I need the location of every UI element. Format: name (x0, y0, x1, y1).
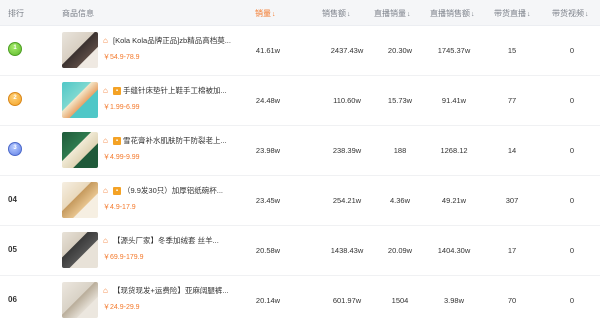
cell-live-streams: 70 (507, 296, 517, 305)
cell-sales: 41.61w (255, 46, 281, 55)
product-title[interactable]: [Kola Kola品牌正品]zb精品高档莫... (113, 35, 231, 46)
shop-icon: ⌂ (103, 235, 108, 245)
rank-number: 06 (8, 295, 17, 304)
product-title[interactable]: 雪花膏补水肌肤防干防裂老上... (123, 135, 227, 146)
product-title[interactable]: （9.9发30只）加厚铝纸碗杯... (123, 185, 223, 196)
cell-videos: 0 (569, 246, 575, 255)
rank-number: 04 (8, 195, 17, 204)
product-title[interactable]: 手缝针床垫针上鞋手工棉被加... (123, 85, 227, 96)
column-live-amount-label: 直播销售额 (430, 9, 470, 18)
column-sales-amount-label: 销售额 (322, 9, 346, 18)
cell-sales-amount: 1438.43w (330, 246, 364, 255)
column-sales-label: 销量 (255, 9, 271, 18)
rank-medal-icon: 1 (8, 42, 22, 56)
column-sales-amount[interactable]: 销售额↓ (322, 8, 351, 19)
shop-icon: ⌂ (103, 185, 108, 195)
product-price: ￥4.99-9.99 (103, 154, 140, 161)
sort-down-icon[interactable]: ↓ (347, 11, 351, 18)
cell-live-streams: 307 (505, 196, 519, 205)
table-header: 排行 商品信息 销量↓ 销售额↓ 直播销量↓ 直播销售额↓ 带货直播↓ 带货视频… (0, 0, 600, 26)
rank-number: 05 (8, 245, 17, 254)
product-price: ￥4.9-17.9 (103, 204, 136, 211)
cell-live-amount: 91.41w (441, 96, 467, 105)
sort-down-icon[interactable]: ↓ (272, 11, 276, 18)
cell-live-streams: 77 (507, 96, 517, 105)
sort-down-icon[interactable]: ↓ (585, 11, 589, 18)
cell-sales: 24.48w (255, 96, 281, 105)
column-live-sales-label: 直播销量 (374, 9, 406, 18)
table-row[interactable]: 05 ⌂ 【源头厂家】冬季加绒套 丝羊... ￥69.9-179.9 20.58… (0, 226, 600, 276)
cell-sales-amount: 601.97w (332, 296, 362, 305)
cell-videos: 0 (569, 196, 575, 205)
cell-live-sales: 20.30w (387, 46, 413, 55)
table-row[interactable]: 3 ⌂ ▪ 雪花膏补水肌肤防干防裂老上... ￥4.99-9.99 23.98w… (0, 126, 600, 176)
column-live-streams-label: 带货直播 (494, 9, 526, 18)
cell-live-amount: 3.98w (443, 296, 464, 305)
product-thumbnail[interactable] (62, 282, 98, 318)
product-title[interactable]: 【源头厂家】冬季加绒套 丝羊... (113, 235, 219, 246)
cell-live-amount: 1404.30w (437, 246, 471, 255)
product-price: ￥1.99-6.99 (103, 104, 140, 111)
product-price: ￥69.9-179.9 (103, 254, 144, 261)
product-thumbnail[interactable] (62, 32, 98, 68)
tag-icon: ▪ (113, 86, 121, 95)
product-thumbnail[interactable] (62, 132, 98, 168)
shop-icon: ⌂ (103, 85, 108, 95)
tag-icon: ▪ (113, 186, 121, 195)
product-price: ￥54.9-78.9 (103, 54, 140, 61)
product-thumbnail[interactable] (62, 82, 98, 118)
shop-icon: ⌂ (103, 285, 108, 295)
shop-icon: ⌂ (103, 35, 108, 45)
cell-sales-amount: 238.39w (332, 146, 362, 155)
cell-live-sales: 4.36w (389, 196, 410, 205)
table-row[interactable]: 1 ⌂ [Kola Kola品牌正品]zb精品高档莫... ￥54.9-78.9… (0, 26, 600, 76)
cell-live-streams: 17 (507, 246, 517, 255)
table-row[interactable]: 06 ⌂ 【现货现发+运费险】亚麻阔腿裤... ￥24.9-29.9 20.14… (0, 276, 600, 326)
product-title[interactable]: 【现货现发+运费险】亚麻阔腿裤... (113, 285, 229, 296)
column-live-streams[interactable]: 带货直播↓ (494, 8, 531, 19)
product-ranking-table: 排行 商品信息 销量↓ 销售额↓ 直播销量↓ 直播销售额↓ 带货直播↓ 带货视频… (0, 0, 600, 332)
shop-icon: ⌂ (103, 135, 108, 145)
sort-down-icon[interactable]: ↓ (471, 11, 475, 18)
product-price: ￥24.9-29.9 (103, 304, 140, 311)
cell-sales: 23.98w (255, 146, 281, 155)
product-thumbnail[interactable] (62, 232, 98, 268)
rank-medal-icon: 2 (8, 92, 22, 106)
cell-videos: 0 (569, 96, 575, 105)
column-product: 商品信息 (62, 9, 94, 18)
cell-sales-amount: 110.60w (333, 96, 361, 105)
column-live-sales[interactable]: 直播销量↓ (374, 8, 411, 19)
column-sales[interactable]: 销量↓ (255, 8, 276, 19)
cell-videos: 0 (569, 46, 575, 55)
column-videos-label: 带货视频 (552, 9, 584, 18)
column-live-amount[interactable]: 直播销售额↓ (430, 8, 475, 19)
column-videos[interactable]: 带货视频↓ (552, 8, 589, 19)
cell-live-amount: 1268.12 (440, 146, 468, 155)
cell-videos: 0 (569, 146, 575, 155)
table-row[interactable]: 2 ⌂ ▪ 手缝针床垫针上鞋手工棉被加... ￥1.99-6.99 24.48w… (0, 76, 600, 126)
cell-sales: 20.14w (255, 296, 281, 305)
cell-live-sales: 20.09w (387, 246, 413, 255)
column-rank: 排行 (8, 9, 24, 18)
cell-sales-amount: 2437.43w (330, 46, 364, 55)
sort-down-icon[interactable]: ↓ (527, 11, 531, 18)
sort-down-icon[interactable]: ↓ (407, 11, 411, 18)
tag-icon: ▪ (113, 136, 121, 145)
cell-sales-amount: 254.21w (332, 196, 362, 205)
cell-live-streams: 14 (507, 146, 517, 155)
cell-videos: 0 (569, 296, 575, 305)
cell-live-amount: 1745.37w (437, 46, 471, 55)
table-row[interactable]: 04 ⌂ ▪ （9.9发30只）加厚铝纸碗杯... ￥4.9-17.9 23.4… (0, 176, 600, 226)
cell-live-sales: 188 (393, 146, 407, 155)
cell-sales: 23.45w (255, 196, 281, 205)
cell-live-amount: 49.21w (441, 196, 467, 205)
cell-live-sales: 15.73w (387, 96, 413, 105)
cell-live-sales: 1504 (391, 296, 409, 305)
product-thumbnail[interactable] (62, 182, 98, 218)
cell-sales: 20.58w (255, 246, 281, 255)
cell-live-streams: 15 (507, 46, 517, 55)
rank-medal-icon: 3 (8, 142, 22, 156)
